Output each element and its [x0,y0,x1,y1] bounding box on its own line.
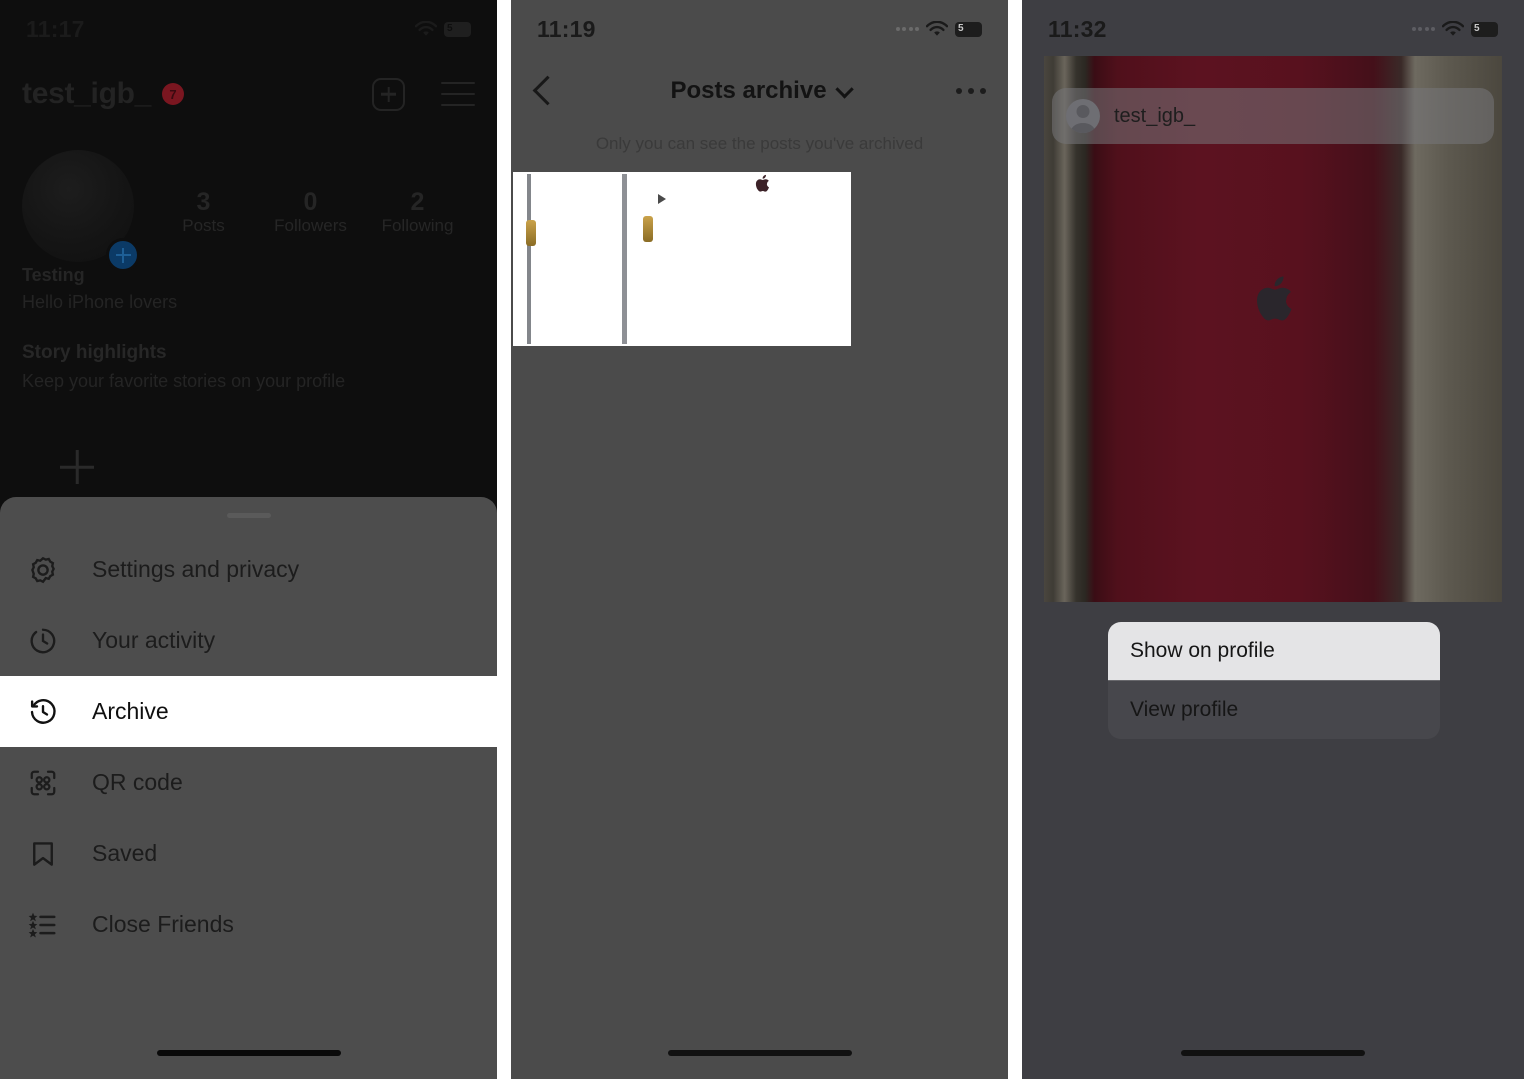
menu-item-label: QR code [92,769,183,795]
header-actions [372,77,475,111]
battery-icon: 5 [955,21,982,37]
archive-nav-bar: Posts archive [511,62,1008,120]
menu-item-settings-and-privacy[interactable]: Settings and privacy [0,534,497,605]
archive-grid [513,172,851,346]
menu-item-close-friends[interactable]: Close Friends [0,889,497,960]
add-highlight-plus-icon[interactable] [60,450,94,484]
decor-shape [526,220,536,246]
following-label: Following [381,216,454,236]
menu-item-qr-code[interactable]: QR code [0,747,497,818]
archive-clock-icon [24,693,62,731]
profile-summary-row: 3 Posts 0 Followers 2 Following [0,150,497,274]
menu-item-label: Close Friends [92,911,234,937]
menu-item-your-activity[interactable]: Your activity [0,605,497,676]
hamburger-menu-icon[interactable] [441,81,475,107]
wifi-icon [415,21,437,37]
story-profile-bar[interactable]: test_igb_ [1052,88,1494,144]
wifi-icon [926,21,948,37]
stat-following[interactable]: 2 Following [364,188,471,237]
close-friends-list-icon [24,906,62,944]
status-indicators: 5 [895,21,982,37]
archive-privacy-note: Only you can see the posts you've archiv… [595,134,924,153]
menu-item-label: Archive [92,698,169,724]
chevron-down-icon [834,79,854,99]
status-bar: 11:19 5 [511,0,1008,58]
following-count: 2 [410,187,425,216]
screenshot-stage: 11:17 5 test_igb_ 7 3 Posts 0 Followers … [0,0,1524,1079]
menu-item-saved[interactable]: Saved [0,818,497,889]
archived-video-post[interactable] [515,174,682,344]
battery-icon: 5 [444,21,471,37]
more-options-icon[interactable] [956,88,986,94]
panel-instagram-profile-menu: 11:17 5 test_igb_ 7 3 Posts 0 Followers … [0,0,497,1079]
status-indicators: 5 [1411,21,1498,37]
stat-posts[interactable]: 3 Posts [150,188,257,237]
battery-level: 5 [447,23,453,34]
home-indicator [1181,1050,1365,1056]
stat-followers[interactable]: 0 Followers [257,188,364,237]
context-menu-item-view-profile[interactable]: View profile [1108,681,1440,739]
panel-story-highlight-context-menu: 11:32 5 test_igb_ Show on profile View p… [1022,0,1524,1079]
followers-count: 0 [303,187,318,216]
gear-icon [24,551,62,589]
status-time: 11:19 [537,15,596,42]
menu-item-label: Saved [92,840,158,866]
archived-photo-post[interactable] [682,174,849,344]
apple-logo-icon [756,174,770,192]
back-chevron-icon[interactable] [533,76,550,106]
sheet-drag-handle[interactable] [226,513,271,518]
home-indicator [156,1050,341,1056]
avatar[interactable] [22,150,146,274]
avatar-icon [1066,99,1100,133]
profile-stats: 3 Posts 0 Followers 2 Following [150,188,475,237]
status-bar: 11:32 5 [1022,0,1524,58]
menu-item-label: Your activity [92,627,216,653]
profile-bio: Testing Hello iPhone lovers [22,262,475,315]
story-highlights-section: Story highlights Keep your favorite stor… [22,342,475,392]
play-icon [650,188,672,210]
panel-divider [497,0,511,1079]
home-indicator [667,1050,852,1056]
menu-item-archive[interactable]: Archive [0,676,497,747]
apple-logo-icon [1256,276,1292,321]
bottom-sheet-menu: Settings and privacy Your activity Archi… [0,497,497,1079]
story-highlights-title: Story highlights [22,342,167,363]
context-menu: Show on profile View profile [1108,622,1440,739]
page-title[interactable]: test_igb_ [22,77,151,111]
battery-level: 5 [958,23,964,34]
qr-code-icon [24,764,62,802]
wifi-icon [1442,21,1464,37]
profile-header: test_igb_ 7 [0,66,497,122]
story-highlights-subtitle: Keep your favorite stories on your profi… [22,371,346,391]
panel-posts-archive: 11:19 5 Posts archive Only you can see t… [511,0,1008,1079]
sheet-menu-list: Settings and privacy Your activity Archi… [0,534,497,960]
signal-dots-icon [895,27,919,31]
archive-title-dropdown[interactable]: Posts archive [670,77,854,105]
archive-title: Posts archive [670,77,827,104]
posts-count: 3 [196,187,211,216]
panel-divider [1008,0,1022,1079]
status-time: 11:17 [26,15,85,42]
posts-label: Posts [182,216,225,236]
menu-item-label: Settings and privacy [92,556,300,582]
battery-level: 5 [1474,23,1480,34]
context-menu-item-show-on-profile[interactable]: Show on profile [1108,622,1440,680]
status-time: 11:32 [1048,15,1107,42]
status-bar: 11:17 5 [0,0,497,58]
battery-icon: 5 [1471,21,1498,37]
bio-display-name: Testing [22,265,85,285]
status-badge: 7 [162,83,185,105]
story-username: test_igb_ [1114,104,1196,127]
bio-text: Hello iPhone lovers [22,292,178,312]
status-indicators: 5 [415,21,471,37]
bookmark-icon [24,835,62,873]
activity-clock-icon [24,622,62,660]
decor-shape [643,216,653,242]
followers-label: Followers [274,216,347,236]
signal-dots-icon [1411,27,1435,31]
new-post-icon[interactable] [372,77,405,111]
